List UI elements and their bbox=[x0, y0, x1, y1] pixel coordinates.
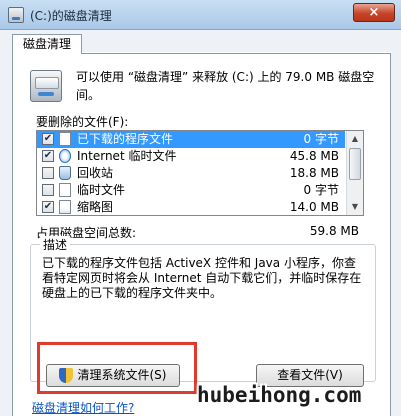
checkbox[interactable] bbox=[42, 184, 54, 196]
folder-icon bbox=[59, 132, 71, 146]
title-bar: (C:)的磁盘清理 × bbox=[0, 0, 401, 30]
checkbox[interactable] bbox=[42, 167, 54, 179]
list-item[interactable]: 回收站 18.8 MB bbox=[37, 165, 345, 182]
description-title: 描述 bbox=[40, 236, 71, 253]
window-border-right bbox=[391, 52, 401, 416]
disk-cleanup-icon bbox=[8, 7, 24, 23]
scroll-thumb[interactable] bbox=[349, 148, 361, 180]
scroll-down-icon[interactable]: ▼ bbox=[347, 199, 363, 215]
checkbox[interactable]: ✔ bbox=[42, 201, 54, 213]
header-description: 可以使用 “磁盘清理” 来释放 (C:) 上的 79.0 MB 磁盘空间。 bbox=[76, 70, 375, 102]
highlight-box bbox=[37, 342, 197, 394]
internet-explorer-icon bbox=[59, 149, 71, 163]
list-item-name: 已下载的程序文件 bbox=[77, 132, 174, 146]
list-item-name: Internet 临时文件 bbox=[77, 149, 177, 163]
list-item-size: 45.8 MB bbox=[289, 149, 339, 163]
thumbnail-icon bbox=[59, 200, 71, 214]
list-scrollbar[interactable]: ▲ ▼ bbox=[346, 131, 363, 215]
description-text: 已下载的程序文件包括 ActiveX 控件和 Java 小程序，你查看特定网页时… bbox=[42, 256, 362, 300]
list-item[interactable]: ✔ 已下载的程序文件 0 字节 bbox=[37, 131, 345, 148]
scroll-up-icon[interactable]: ▲ bbox=[347, 131, 363, 147]
list-item-name: 缩略图 bbox=[77, 200, 114, 214]
close-button[interactable]: × bbox=[353, 3, 395, 22]
checkbox[interactable]: ✔ bbox=[42, 133, 54, 145]
list-item-size: 14.0 MB bbox=[289, 200, 339, 214]
recycle-bin-icon bbox=[59, 166, 71, 180]
files-list[interactable]: ✔ 已下载的程序文件 0 字节 ✔ Internet 临时文件 45.8 MB … bbox=[36, 130, 364, 216]
file-icon bbox=[59, 183, 71, 197]
list-item[interactable]: ✔ Internet 临时文件 45.8 MB bbox=[37, 148, 345, 165]
list-item[interactable]: ✔ 缩略图 14.0 MB bbox=[37, 199, 345, 215]
list-item-size: 18.8 MB bbox=[289, 166, 339, 180]
checkbox[interactable]: ✔ bbox=[42, 150, 54, 162]
list-item-size: 0 字节 bbox=[303, 132, 339, 146]
list-item[interactable]: 临时文件 0 字节 bbox=[37, 182, 345, 199]
window-border-left bbox=[0, 52, 12, 416]
files-to-delete-label: 要删除的文件(F): bbox=[36, 115, 129, 129]
help-link[interactable]: 磁盘清理如何工作? bbox=[32, 399, 134, 416]
list-item-name: 临时文件 bbox=[77, 183, 126, 197]
window-title: (C:)的磁盘清理 bbox=[30, 9, 112, 23]
list-item-name: 回收站 bbox=[77, 166, 114, 180]
total-space-value: 59.8 MB bbox=[309, 224, 359, 238]
list-item-size: 0 字节 bbox=[303, 183, 339, 197]
drive-icon bbox=[30, 70, 62, 102]
watermark: hubeihong.com bbox=[197, 383, 362, 407]
tab-disk-cleanup[interactable]: 磁盘清理 bbox=[12, 34, 82, 54]
